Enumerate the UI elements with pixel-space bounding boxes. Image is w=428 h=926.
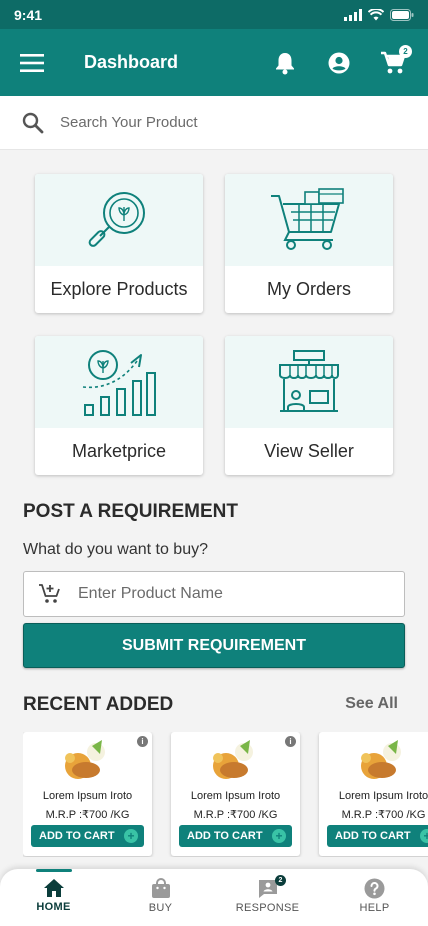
submit-requirement-button[interactable]: SUBMIT REQUIREMENT [23,623,405,668]
tile-label: Marketprice [71,441,167,461]
product-image [213,740,253,779]
status-bar: 9:41 [0,0,428,29]
search-bar [0,96,428,150]
product-name: Lorem Ipsum Iroto [42,790,133,802]
plus-icon: + [124,829,138,843]
see-all-link[interactable]: See All [345,695,398,713]
bell-icon [276,52,294,74]
growth-chart-icon [82,350,156,416]
cart-badge: 2 [399,44,412,58]
nav-item-home[interactable]: HOME [0,869,107,926]
recent-products-list: i Lorem Ipsum Iroto M.R.P :₹700 /KG ADD … [23,732,428,857]
product-name-field[interactable] [23,571,405,617]
info-icon[interactable]: i [285,736,296,747]
add-cart-icon [39,584,60,603]
status-time: 9:41 [14,6,43,23]
help-icon [364,878,385,899]
signal-icon [344,8,362,21]
nav-label: HELP [359,902,390,914]
recent-added-title: RECENT ADDED [23,694,174,715]
nav-item-help[interactable]: HELP [321,869,428,926]
plus-icon: + [420,829,428,843]
notifications-button[interactable] [270,48,300,78]
tile-label: Explore Products [50,279,188,299]
post-requirement-title: POST A REQUIREMENT [23,501,238,522]
add-to-cart-button[interactable]: ADD TO CART + [31,825,144,847]
nav-label: HOME [36,901,71,913]
product-price: M.R.P :₹700 /KG [45,809,130,821]
tile-illustration [35,336,203,428]
requirement-question: What do you want to buy? [23,541,208,558]
app-bar: Dashboard 2 [0,29,428,96]
product-image [361,740,401,779]
menu-button[interactable] [20,51,44,75]
home-icon [43,879,64,897]
nav-item-response[interactable]: 2 RESPONSE [214,869,321,926]
menu-icon [20,53,44,72]
nav-label: BUY [148,902,173,914]
tile-my-orders[interactable]: My Orders [225,174,393,313]
info-icon[interactable]: i [137,736,148,747]
product-card[interactable]: i Lorem Ipsum Iroto M.R.P :₹700 /KG ADD … [171,732,300,856]
add-to-cart-label: ADD TO CART [335,830,411,842]
search-input[interactable] [60,114,360,131]
product-name: Lorem Ipsum Iroto [338,790,428,802]
nav-item-buy[interactable]: BUY [107,869,214,926]
cart-button[interactable]: 2 [378,44,412,78]
response-badge: 2 [275,875,286,886]
wifi-icon [368,8,384,20]
battery-icon [390,8,414,21]
product-price: M.R.P :₹700 /KG [193,809,278,821]
product-card[interactable]: i Lorem Ipsum Iroto M.R.P :₹700 /KG ADD … [319,732,428,856]
storefront-icon [279,350,339,412]
account-icon [328,52,350,73]
product-price: M.R.P :₹700 /KG [341,809,426,821]
product-name-input[interactable] [78,585,378,603]
tile-label: View Seller [264,441,354,461]
product-image [65,740,105,779]
product-name: Lorem Ipsum Iroto [190,790,281,802]
status-icons [344,8,414,21]
shopping-bag-icon [151,878,170,898]
add-to-cart-button[interactable]: ADD TO CART + [327,825,428,847]
magnifier-leaf-icon [88,192,145,247]
search-icon [22,112,44,133]
bottom-navigation: HOME BUY 2 RESPONSE HELP [0,869,428,926]
add-to-cart-button[interactable]: ADD TO CART + [179,825,292,847]
add-to-cart-label: ADD TO CART [39,830,115,842]
tile-marketprice[interactable]: Marketprice [35,336,203,475]
add-to-cart-label: ADD TO CART [187,830,263,842]
nav-label: RESPONSE [235,902,300,914]
tile-view-seller[interactable]: View Seller [225,336,393,475]
product-card[interactable]: i Lorem Ipsum Iroto M.R.P :₹700 /KG ADD … [23,732,152,856]
shopping-cart-boxes-icon [271,188,344,250]
tile-illustration [225,174,393,266]
tile-illustration [225,336,393,428]
page-title: Dashboard [84,52,179,72]
tile-explore-products[interactable]: Explore Products [35,174,203,313]
tile-illustration [35,174,203,266]
tile-label: My Orders [266,279,351,299]
plus-icon: + [272,829,286,843]
account-button[interactable] [324,48,354,78]
